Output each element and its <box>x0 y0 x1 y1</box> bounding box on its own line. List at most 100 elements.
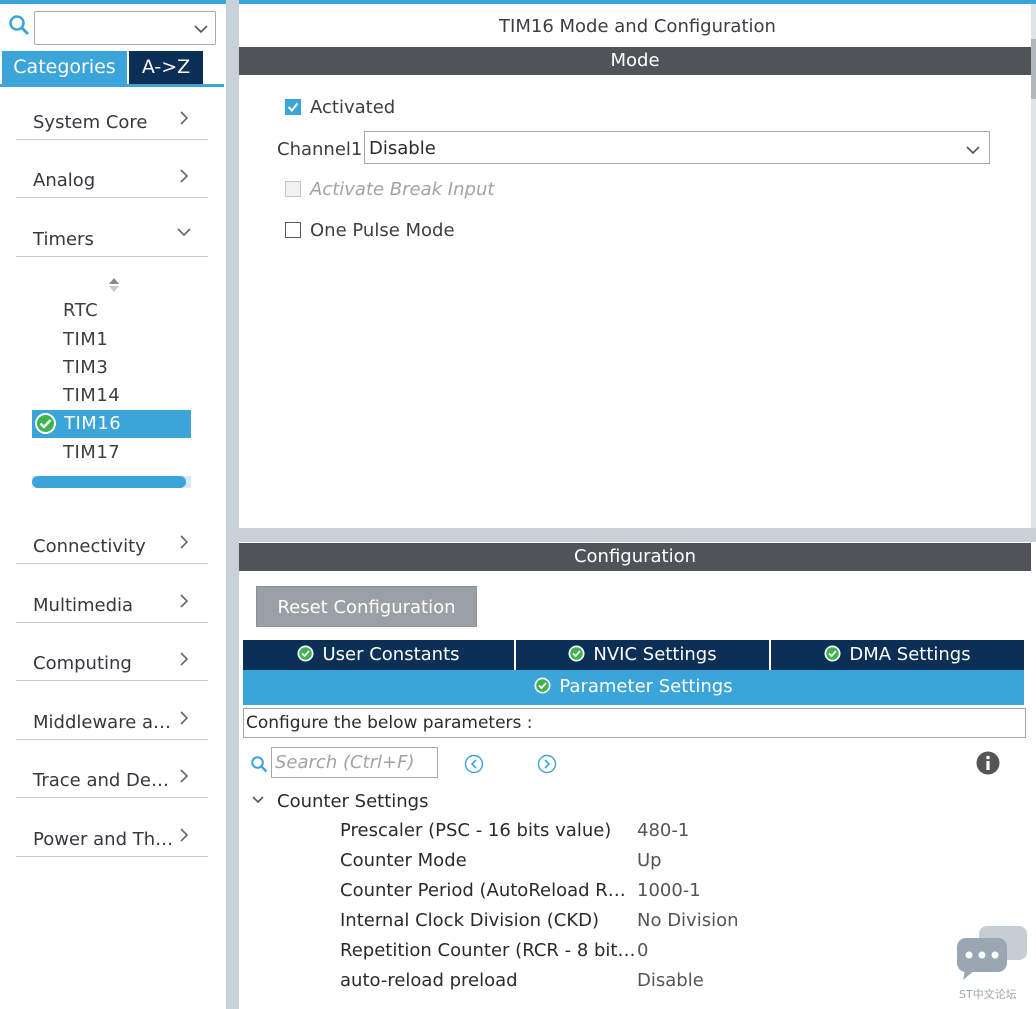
activated-checkbox[interactable] <box>285 99 301 115</box>
check-circle-icon <box>534 676 559 697</box>
panel-splitter[interactable] <box>226 0 239 1009</box>
chevron-down-icon[interactable] <box>251 791 265 805</box>
category-label: Analog <box>33 170 96 191</box>
chat-bubbles-icon <box>957 926 1027 980</box>
param-value[interactable]: No Division <box>637 910 739 931</box>
vertical-scrollbar[interactable] <box>1031 4 1036 528</box>
category-label: Computing <box>33 653 132 674</box>
tab-nvic-settings[interactable]: NVIC Settings <box>516 640 769 670</box>
param-key: auto-reload preload <box>340 970 518 991</box>
category-label: Connectivity <box>33 536 146 557</box>
channel1-select[interactable]: Disable <box>364 131 990 164</box>
category-label: Timers <box>33 229 94 250</box>
timer-item-tim17[interactable]: TIM17 <box>63 442 120 463</box>
search-combo[interactable] <box>34 11 216 45</box>
tab-user-constants[interactable]: User Constants <box>243 640 514 670</box>
category-timers[interactable]: Timers <box>16 212 208 257</box>
tab-underline <box>243 703 1024 705</box>
param-row[interactable]: Repetition Counter (RCR - 8 bit… 0 <box>340 936 980 966</box>
page-title: TIM16 Mode and Configuration <box>499 16 776 37</box>
category-multimedia[interactable]: Multimedia <box>16 578 208 623</box>
chevron-right-icon <box>178 110 190 126</box>
break-input-label: Activate Break Input <box>310 179 495 200</box>
chevron-right-icon <box>178 710 190 726</box>
one-pulse-label: One Pulse Mode <box>310 220 455 241</box>
activated-label: Activated <box>310 97 396 118</box>
channel1-value: Disable <box>369 138 436 159</box>
watermark-text: ST中文论坛 <box>959 988 1017 1001</box>
category-label: Power and Th… <box>33 829 174 850</box>
category-connectivity[interactable]: Connectivity <box>16 519 208 564</box>
param-key: Repetition Counter (RCR - 8 bit… <box>340 940 636 961</box>
timer-item-tim16-selected[interactable]: TIM16 <box>32 410 191 438</box>
param-row[interactable]: Counter Mode Up <box>340 846 980 876</box>
configuration-panel: Configuration Reset Configuration User C… <box>239 542 1036 1009</box>
tab-label: DMA Settings <box>849 644 971 665</box>
search-icon[interactable] <box>8 14 30 36</box>
previous-match-icon[interactable] <box>464 754 484 774</box>
param-key: Internal Clock Division (CKD) <box>340 910 600 931</box>
info-icon[interactable] <box>976 751 1000 775</box>
scrollbar-thumb[interactable] <box>1031 39 1036 99</box>
check-circle-icon <box>824 644 849 665</box>
scrollbar-thumb[interactable] <box>32 476 186 488</box>
mode-panel: TIM16 Mode and Configuration Mode Activa… <box>239 4 1036 528</box>
forum-watermark: ST中文论坛 <box>953 924 1033 1004</box>
param-value[interactable]: 1000-1 <box>637 880 701 901</box>
tab-a-z[interactable]: A->Z <box>129 51 203 84</box>
tab-underline <box>0 84 224 87</box>
param-key: Prescaler (PSC - 16 bits value) <box>340 820 612 841</box>
timer-item-rtc[interactable]: RTC <box>63 300 98 321</box>
category-computing[interactable]: Computing <box>16 636 208 681</box>
timer-item-tim14[interactable]: TIM14 <box>63 385 120 406</box>
chevron-down-icon[interactable] <box>193 21 209 35</box>
configure-hint: Configure the below parameters : <box>243 708 1026 738</box>
chevron-down-icon <box>176 226 192 242</box>
param-key: Counter Period (AutoReload R… <box>340 880 626 901</box>
param-value[interactable]: 0 <box>637 940 648 961</box>
channel1-label: Channel1 <box>277 139 363 160</box>
param-row[interactable]: Internal Clock Division (CKD) No Divisio… <box>340 906 980 936</box>
parameter-search-field[interactable] <box>271 747 438 778</box>
tab-parameter-settings[interactable]: Parameter Settings <box>243 670 1024 703</box>
timer-item-tim3[interactable]: TIM3 <box>63 357 108 378</box>
tab-dma-settings[interactable]: DMA Settings <box>771 640 1024 670</box>
param-value[interactable]: Up <box>637 850 662 871</box>
param-value[interactable]: Disable <box>637 970 704 991</box>
category-label: Trace and De… <box>33 770 169 791</box>
mode-header: Mode <box>239 47 1031 75</box>
category-power-and-thermal[interactable]: Power and Th… <box>16 812 208 857</box>
next-match-icon[interactable] <box>537 754 557 774</box>
panel-gap <box>239 528 1036 542</box>
param-key: Counter Mode <box>340 850 467 871</box>
chevron-down-icon[interactable] <box>965 142 981 156</box>
category-middleware[interactable]: Middleware a… <box>16 695 208 740</box>
search-icon <box>250 755 268 773</box>
chevron-right-icon <box>178 168 190 184</box>
param-value[interactable]: 480-1 <box>637 820 689 841</box>
tab-label: NVIC Settings <box>593 644 717 665</box>
timer-item-tim1[interactable]: TIM1 <box>63 329 108 350</box>
param-row[interactable]: Prescaler (PSC - 16 bits value) 480-1 <box>340 816 980 846</box>
one-pulse-checkbox[interactable] <box>285 222 301 238</box>
scroll-up-icon[interactable] <box>107 276 121 294</box>
tab-categories[interactable]: Categories <box>2 51 127 84</box>
reset-configuration-button[interactable]: Reset Configuration <box>256 586 477 627</box>
counter-settings-group[interactable]: Counter Settings <box>251 791 428 812</box>
category-trace-and-debug[interactable]: Trace and De… <box>16 753 208 798</box>
category-system-core[interactable]: System Core <box>16 95 208 140</box>
timer-item-label: TIM16 <box>64 413 122 434</box>
chevron-right-icon <box>178 651 190 667</box>
param-row[interactable]: auto-reload preload Disable <box>340 966 980 996</box>
param-row[interactable]: Counter Period (AutoReload R… 1000-1 <box>340 876 980 906</box>
check-circle-icon <box>297 644 322 665</box>
category-label: Multimedia <box>33 595 134 616</box>
category-analog[interactable]: Analog <box>16 153 208 198</box>
settings-tab-row: User Constants NVIC Settings DMA Setting… <box>243 640 1024 670</box>
horizontal-scrollbar[interactable] <box>32 476 191 488</box>
parameter-search-input[interactable] <box>272 748 438 776</box>
chevron-right-icon <box>178 768 190 784</box>
category-label: Middleware a… <box>33 712 172 733</box>
check-circle-icon <box>34 412 57 435</box>
chevron-right-icon <box>178 534 190 550</box>
